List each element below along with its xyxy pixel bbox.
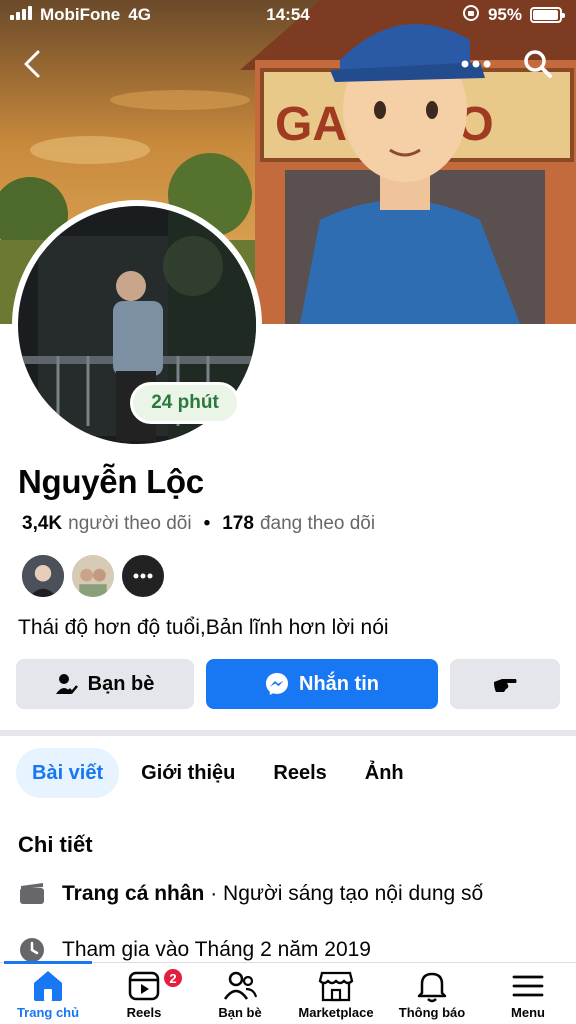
friend-avatar[interactable] <box>70 553 116 599</box>
reels-icon <box>128 971 160 1001</box>
tab-about[interactable]: Giới thiệu <box>125 748 251 798</box>
mutual-friends-avatars[interactable] <box>20 553 170 599</box>
detail-page-type: Trang cá nhân · Người sáng tạo nội dung … <box>18 880 483 908</box>
detail-joined: Tham gia vào Tháng 2 năm 2019 <box>18 936 371 964</box>
separator-dot: • <box>203 513 211 534</box>
follow-stats[interactable]: 3,4K người theo dõi • 178 đang theo dõi <box>22 513 375 535</box>
profile-tabs: Bài viết Giới thiệu Reels Ảnh <box>16 748 420 798</box>
following-label: đang theo dõi <box>259 513 376 534</box>
chevron-left-icon <box>24 50 40 78</box>
nav-home[interactable]: Trang chủ <box>0 963 96 1024</box>
nav-reels-label: Reels <box>126 1005 162 1020</box>
friend-check-icon <box>55 674 78 694</box>
marketplace-icon <box>318 971 354 1002</box>
tab-posts[interactable]: Bài viết <box>16 748 120 798</box>
nav-reels[interactable]: 2 Reels <box>96 963 192 1024</box>
search-button[interactable] <box>518 44 558 84</box>
messenger-icon <box>266 673 288 695</box>
nav-notifications-label: Thông báo <box>398 1005 466 1020</box>
poke-hand-icon <box>494 679 517 692</box>
nav-home-label: Trang chủ <box>16 1005 80 1020</box>
status-bar: MobiFone 4G 14:54 95% <box>0 0 576 30</box>
nav-friends[interactable]: Bạn bè <box>192 963 288 1024</box>
followers-count: 3,4K <box>22 513 63 534</box>
network-type: 4G <box>128 5 151 24</box>
menu-icon <box>512 975 544 997</box>
friends-button[interactable]: Bạn bè <box>16 659 194 709</box>
page-type-category: · Người sáng tạo nội dung số <box>204 882 484 905</box>
search-icon <box>524 50 552 78</box>
nav-marketplace-label: Marketplace <box>298 1005 374 1020</box>
more-options-button[interactable] <box>456 44 496 84</box>
orientation-lock-icon <box>462 4 480 27</box>
page-type-label: Trang cá nhân <box>62 882 205 905</box>
tab-photos[interactable]: Ảnh <box>349 748 420 798</box>
profile-name: Nguyễn Lộc <box>18 463 204 500</box>
poke-button[interactable] <box>450 659 560 709</box>
section-divider <box>0 730 576 736</box>
home-icon <box>34 971 62 1001</box>
profile-bio: Thái độ hơn độ tuổi,Bản lĩnh hơn lời nói <box>18 616 389 639</box>
reels-badge: 2 <box>162 967 184 989</box>
tab-reels[interactable]: Reels <box>257 748 342 798</box>
friends-button-label: Bạn bè <box>87 672 155 695</box>
friends-icon <box>223 971 258 1000</box>
message-button-label: Nhắn tin <box>299 672 379 695</box>
battery-level <box>533 10 558 20</box>
friend-avatar[interactable] <box>20 553 66 599</box>
nav-marketplace[interactable]: Marketplace <box>288 963 384 1024</box>
message-button[interactable]: Nhắn tin <box>206 659 438 709</box>
nav-menu[interactable]: Menu <box>480 963 576 1024</box>
clapperboard-icon <box>18 880 46 908</box>
battery-icon <box>530 7 565 23</box>
back-button[interactable] <box>12 44 52 84</box>
carrier-name: MobiFone <box>40 5 121 24</box>
signal-icon <box>10 5 32 25</box>
bottom-navigation: Trang chủ 2 Reels Bạn bè Marketplace Thô… <box>0 961 576 1024</box>
following-count: 178 <box>222 513 254 534</box>
profile-actions: Bạn bè Nhắn tin <box>16 659 560 709</box>
nav-notifications[interactable]: Thông báo <box>384 963 480 1024</box>
details-title: Chi tiết <box>18 832 93 857</box>
nav-friends-label: Bạn bè <box>218 1005 262 1020</box>
joined-text: Tham gia vào Tháng 2 năm 2019 <box>62 938 371 961</box>
nav-menu-label: Menu <box>511 1005 545 1020</box>
story-time-badge[interactable]: 24 phút <box>130 382 240 424</box>
battery-percent: 95% <box>487 5 522 24</box>
clock-icon <box>18 936 46 964</box>
followers-label: người theo dõi <box>68 513 192 534</box>
more-friends-icon[interactable] <box>120 553 166 599</box>
more-dots-icon <box>461 60 491 68</box>
bell-icon <box>417 972 447 1003</box>
